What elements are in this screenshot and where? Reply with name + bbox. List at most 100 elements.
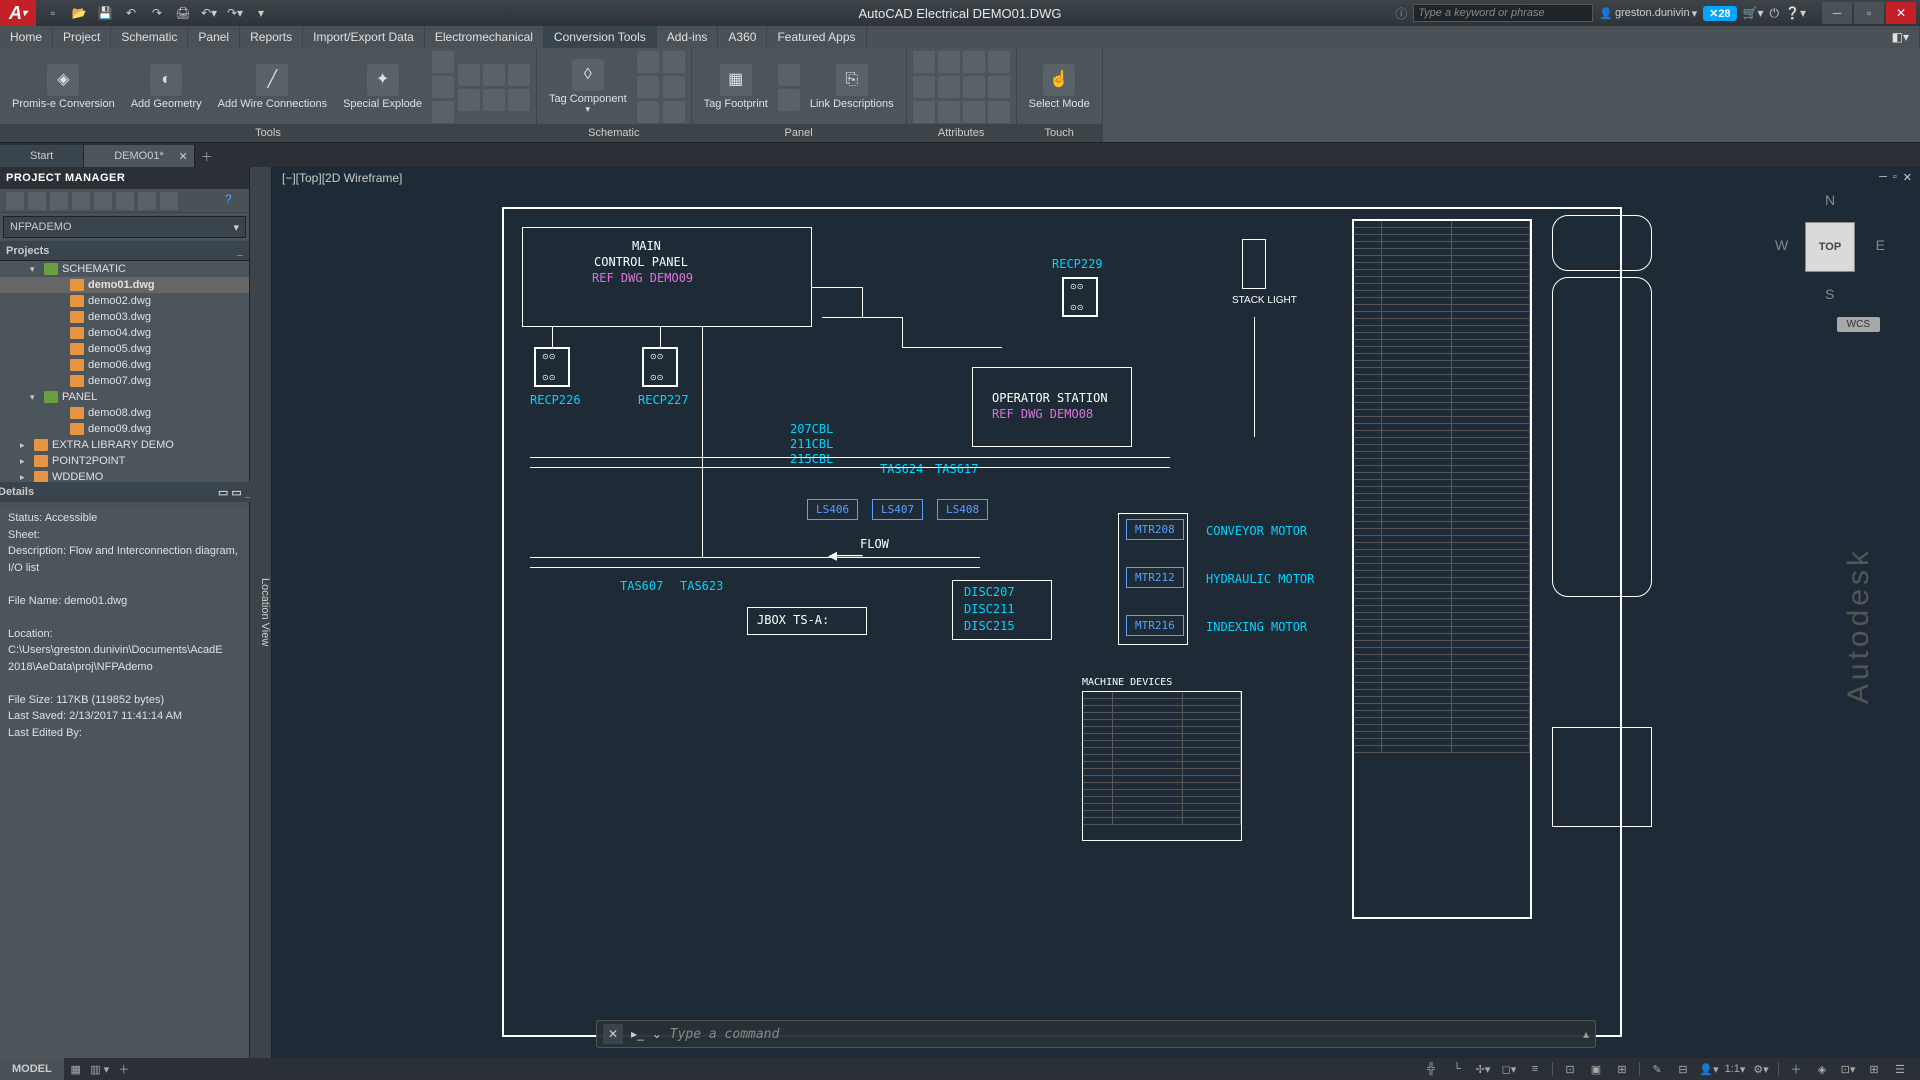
tag-component-button[interactable]: ◊Tag Component▾ — [543, 52, 633, 122]
redo2-icon[interactable]: ↷▾ — [226, 4, 244, 22]
sb-cust-icon[interactable]: ☰ — [1888, 1060, 1912, 1078]
pm-t8[interactable] — [160, 192, 178, 210]
project-combo[interactable]: NFPADEMO▾ — [3, 216, 246, 238]
sch-sm2[interactable] — [637, 76, 659, 98]
promise-button[interactable]: ◈Promis-e Conversion — [6, 52, 121, 122]
tab-project[interactable]: Project — [53, 26, 111, 48]
command-line[interactable]: ✕ ▸_ ⌄ Type a command ▴ — [596, 1020, 1596, 1048]
cmd-expand-icon[interactable]: ▴ — [1583, 1027, 1589, 1041]
projects-header[interactable]: Projects_ — [0, 241, 249, 261]
pnl-sm1[interactable] — [778, 64, 800, 86]
notification-badge[interactable]: ✕28 — [1703, 6, 1736, 21]
sb-qp-icon[interactable]: ▣ — [1584, 1060, 1608, 1078]
stay-connected-icon[interactable]: ⏻ — [1770, 6, 1780, 21]
att-7[interactable] — [963, 76, 985, 98]
att-12[interactable] — [988, 101, 1010, 123]
sb-lwt-icon[interactable]: ≡ — [1523, 1060, 1547, 1078]
add-wire-button[interactable]: ╱Add Wire Connections — [212, 52, 333, 122]
att-5[interactable] — [913, 76, 935, 98]
tree-item[interactable]: ▾PANEL — [0, 389, 249, 405]
tool-g2[interactable] — [483, 64, 505, 86]
undo2-icon[interactable]: ↶▾ — [200, 4, 218, 22]
help-icon[interactable]: ❔▾ — [1785, 6, 1806, 20]
att-4[interactable] — [988, 51, 1010, 73]
close-button[interactable]: ✕ — [1886, 2, 1916, 24]
sb-ortho-icon[interactable]: └ — [1445, 1060, 1469, 1078]
save-icon[interactable]: 💾 — [96, 4, 114, 22]
tree-item[interactable]: ▸EXTRA LIBRARY DEMO — [0, 437, 249, 453]
tab-expand[interactable]: ◧▾ — [1882, 26, 1920, 48]
tree-item[interactable]: ▾SCHEMATIC — [0, 261, 249, 277]
doc-tab-demo01[interactable]: DEMO01*✕ — [84, 145, 195, 167]
tree-item[interactable]: demo05.dwg — [0, 341, 249, 357]
att-3[interactable] — [963, 51, 985, 73]
minimize-button[interactable]: ─ — [1822, 2, 1852, 24]
exchange-icon[interactable]: 🛒▾ — [1743, 6, 1764, 20]
tool-g4[interactable] — [458, 89, 480, 111]
tab-reports[interactable]: Reports — [240, 26, 303, 48]
tab-schematic[interactable]: Schematic — [111, 26, 188, 48]
tree-item[interactable]: demo02.dwg — [0, 293, 249, 309]
add-geometry-button[interactable]: ◐Add Geometry — [125, 52, 208, 122]
pm-t5[interactable] — [94, 192, 112, 210]
search-input[interactable]: Type a keyword or phrase — [1413, 4, 1593, 22]
tool-g1[interactable] — [458, 64, 480, 86]
close-tab-icon[interactable]: ✕ — [179, 150, 188, 163]
sb-ann-icon[interactable]: ✎ — [1645, 1060, 1669, 1078]
pm-t3[interactable] — [50, 192, 68, 210]
pnl-sm2[interactable] — [778, 89, 800, 111]
vc-west[interactable]: W — [1775, 237, 1788, 253]
tree-item[interactable]: demo01.dwg — [0, 277, 249, 293]
tab-panel[interactable]: Panel — [188, 26, 240, 48]
tab-electromech[interactable]: Electromechanical — [425, 26, 544, 48]
tree-item[interactable]: demo08.dwg — [0, 405, 249, 421]
att-8[interactable] — [988, 76, 1010, 98]
link-desc-button[interactable]: ⎘Link Descriptions — [804, 52, 900, 122]
sb-clean-icon[interactable]: ⊞ — [1862, 1060, 1886, 1078]
qat-more-icon[interactable]: ▾ — [252, 4, 270, 22]
pm-new-icon[interactable] — [6, 192, 24, 210]
cmd-close-icon[interactable]: ✕ — [603, 1024, 623, 1044]
print-icon[interactable]: 🖨 — [174, 4, 192, 22]
redo-icon[interactable]: ↷ — [148, 4, 166, 22]
tool-g6[interactable] — [508, 89, 530, 111]
pm-t7[interactable] — [138, 192, 156, 210]
sb-iso-icon[interactable]: ◈ — [1810, 1060, 1834, 1078]
sch-sm6[interactable] — [663, 101, 685, 123]
vc-east[interactable]: E — [1876, 237, 1885, 253]
tab-featured[interactable]: Featured Apps — [767, 26, 866, 48]
vc-south[interactable]: S — [1825, 286, 1834, 302]
att-2[interactable] — [938, 51, 960, 73]
vc-north[interactable]: N — [1825, 192, 1835, 208]
model-tab[interactable]: MODEL — [0, 1058, 64, 1080]
tree-item[interactable]: demo07.dwg — [0, 373, 249, 389]
tag-footprint-button[interactable]: ▦Tag Footprint — [698, 52, 774, 122]
tab-home[interactable]: Home — [0, 26, 53, 48]
signin-menu[interactable]: 👤 greston.dunivin ▾ — [1599, 7, 1697, 20]
tool-sm-3[interactable] — [432, 101, 454, 123]
tab-addins[interactable]: Add-ins — [657, 26, 719, 48]
sb-grid-icon[interactable]: ▦ — [64, 1060, 88, 1078]
doc-tab-start[interactable]: Start — [0, 145, 84, 167]
tool-g5[interactable] — [483, 89, 505, 111]
pm-t6[interactable] — [116, 192, 134, 210]
open-icon[interactable]: 📂 — [70, 4, 88, 22]
sch-sm1[interactable] — [637, 51, 659, 73]
att-6[interactable] — [938, 76, 960, 98]
tree-item[interactable]: demo06.dwg — [0, 357, 249, 373]
pm-refresh-icon[interactable] — [72, 192, 90, 210]
sb-snap-icon[interactable]: ╬ — [1419, 1060, 1443, 1078]
sb-ws-icon[interactable]: 👤▾ — [1697, 1060, 1721, 1078]
att-10[interactable] — [938, 101, 960, 123]
sb-add-layout-icon[interactable]: ＋ — [112, 1060, 136, 1078]
info-icon[interactable]: ⓘ — [1395, 5, 1407, 22]
tree-item[interactable]: demo04.dwg — [0, 325, 249, 341]
undo-icon[interactable]: ↶ — [122, 4, 140, 22]
maximize-button[interactable]: ▫ — [1854, 2, 1884, 24]
sch-sm5[interactable] — [663, 76, 685, 98]
new-icon[interactable]: ▫ — [44, 4, 62, 22]
pm-help-icon[interactable]: ? — [225, 192, 243, 210]
sb-osnap-icon[interactable]: ◻▾ — [1497, 1060, 1521, 1078]
tab-conversion[interactable]: Conversion Tools — [544, 26, 657, 48]
sb-gear-icon[interactable]: ⚙▾ — [1749, 1060, 1773, 1078]
